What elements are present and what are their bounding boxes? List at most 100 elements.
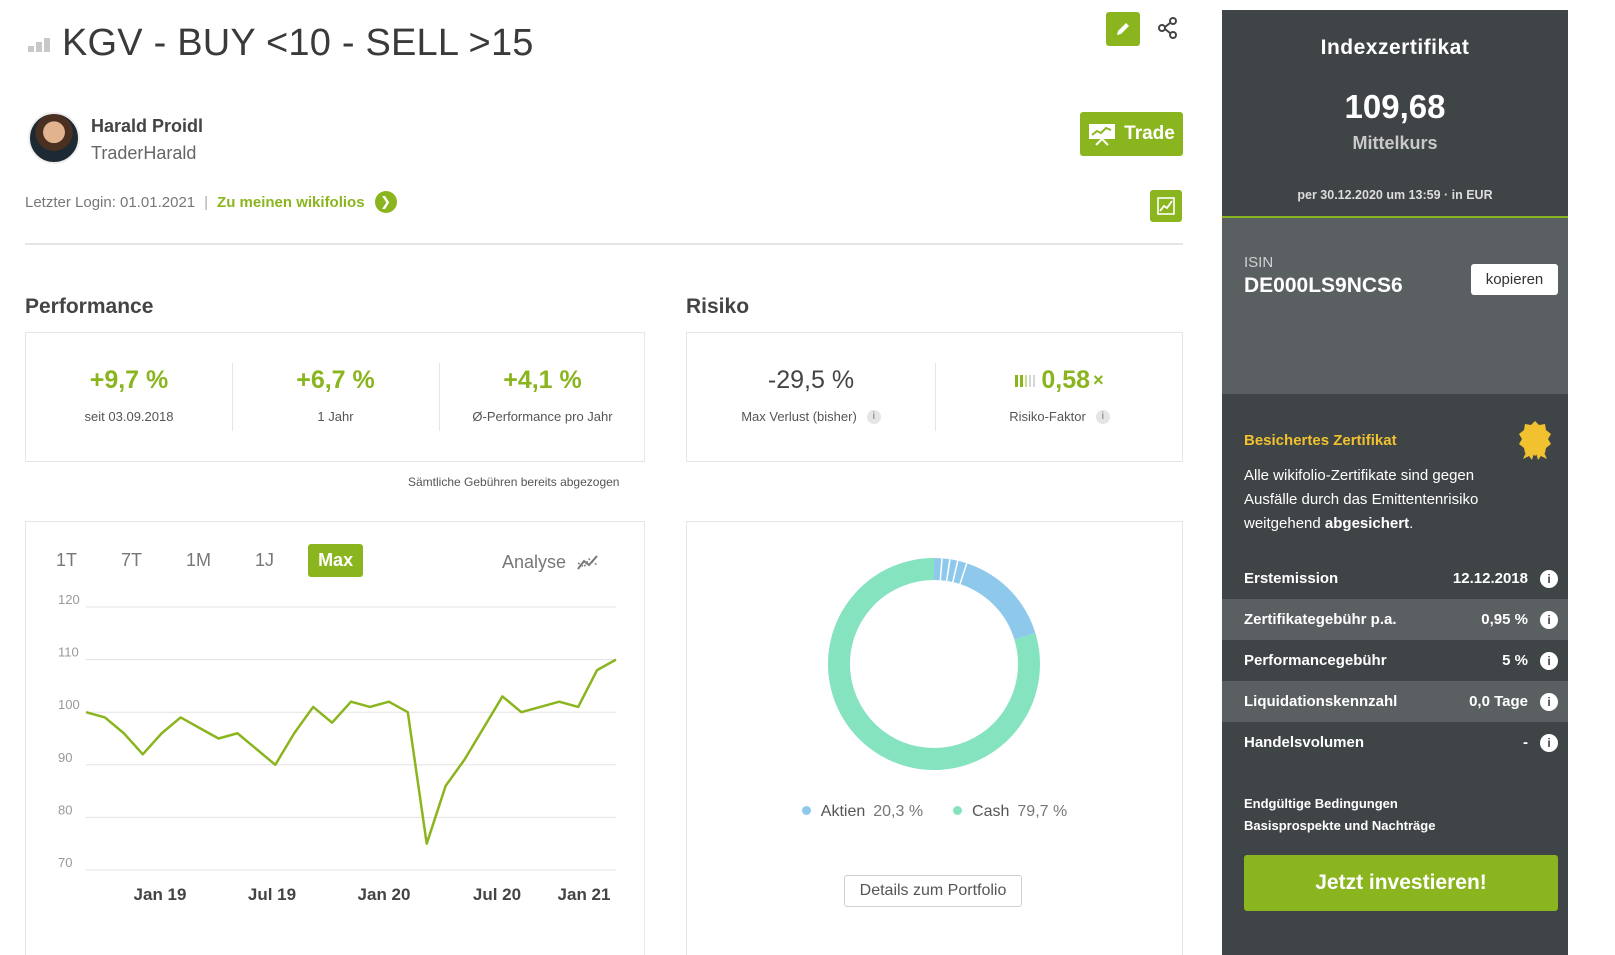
risk-factor-value: 0,58 [1041, 366, 1091, 394]
analyse-label: Analyse [502, 552, 567, 572]
x-tick-label: Jan 19 [134, 885, 187, 904]
isin-panel: ISIN DE000LS9NCS6 kopieren [1222, 216, 1568, 394]
kpi-label: Ø-Performance pro Jahr [472, 409, 613, 424]
trade-button[interactable]: Trade [1080, 112, 1183, 156]
secured-text-bold: abgesichert [1324, 515, 1410, 532]
separator: | [204, 193, 209, 211]
risk-card: -29,5 % Max Verlust (bisher) i 0,58 × Ri… [686, 332, 1183, 462]
isin-label: ISIN [1244, 254, 1274, 271]
trade-chart-icon [1089, 124, 1116, 146]
risk-heading: Risiko [686, 295, 750, 318]
allocation-legend: Aktien 20,3 % Cash 79,7 % [687, 803, 1182, 821]
edit-button[interactable] [1106, 12, 1140, 46]
fact-row-zertifikategebuehr: Zertifikategebühr p.a. 0,95 % i [1222, 599, 1568, 640]
kpi-label: 1 Jahr [317, 409, 354, 424]
kpi-avg-per-year: +4,1 % Ø-Performance pro Jahr [439, 333, 646, 461]
sidebar-title: Indexzertifikat [1320, 36, 1470, 59]
info-icon[interactable]: i [1540, 733, 1558, 752]
trader-name[interactable]: Harald Proidl [91, 116, 203, 137]
base-prospectus-link[interactable]: Basisprospekte und Nachträge [1244, 815, 1435, 837]
risk-gauge-icon [1015, 374, 1036, 387]
kpi-max-loss: -29,5 % Max Verlust (bisher) i [687, 333, 935, 461]
legend-item-cash: Cash 79,7 % [953, 803, 1067, 821]
price-label: Mittelkurs [1352, 133, 1438, 153]
tab-max[interactable]: Max [308, 544, 364, 577]
fact-key: Performancegebühr [1244, 652, 1387, 669]
info-icon[interactable]: i [866, 409, 881, 424]
title-row: KGV - BUY <10 - SELL >15 [28, 22, 534, 65]
tab-7t[interactable]: 7T [111, 544, 152, 577]
trader-avatar[interactable] [28, 112, 80, 164]
copy-isin-button[interactable]: kopieren [1471, 264, 1558, 295]
price-date-note: per 30.12.2020 um 13:59 · in EUR [1297, 188, 1493, 202]
fact-value: 12.12.2018 [1452, 570, 1528, 587]
kpi-one-year: +6,7 % 1 Jahr [232, 333, 439, 461]
fees-note: Sämtliche Gebühren bereits abgezogen [408, 475, 620, 489]
y-tick-label: 80 [58, 802, 72, 817]
final-terms-link[interactable]: Endgültige Bedingungen [1244, 793, 1435, 815]
last-login-text: Letzter Login: 01.01.2021 [25, 193, 196, 211]
x-tick-label: Jan 21 [558, 885, 611, 904]
fact-row-handelsvolumen: Handelsvolumen - i [1222, 722, 1568, 763]
kpi-value: -29,5 % [767, 366, 855, 394]
chart-button[interactable] [1150, 190, 1182, 222]
fact-row-liquidationskennzahl: Liquidationskennzahl 0,0 Tage i [1222, 681, 1568, 722]
y-tick-label: 120 [58, 592, 80, 607]
invest-now-button[interactable]: Jetzt investieren! [1244, 855, 1558, 911]
line-chart: 120 110 100 90 80 70 Jan 19 Jul 19 Jan 20 Jul 20 J… [58, 592, 617, 904]
info-icon[interactable]: i [1540, 610, 1558, 629]
secured-title: Besichertes Zertifikat [1244, 432, 1397, 449]
info-icon[interactable]: i [1540, 692, 1558, 711]
x-tick-label: Jul 20 [473, 885, 521, 904]
share-button[interactable] [1154, 14, 1182, 42]
chart-range-tabs: 1T 7T 1M 1J Max [46, 544, 387, 577]
details-portfolio-button[interactable]: Details zum Portfolio [844, 875, 1022, 907]
analyse-chart-icon [577, 554, 598, 570]
arrow-right-icon[interactable]: ❯ [374, 191, 397, 213]
y-tick-label: 90 [58, 750, 72, 765]
fact-key: Handelsvolumen [1244, 734, 1365, 751]
secured-text-end: . [1409, 515, 1414, 532]
x-tick-label: Jul 19 [248, 885, 296, 904]
pencil-icon [1117, 23, 1129, 35]
fact-key: Zertifikategebühr p.a. [1244, 611, 1397, 628]
tab-1t[interactable]: 1T [46, 544, 87, 577]
fact-value: 5 % [1502, 652, 1528, 669]
kpi-value: 0,58 × [1015, 366, 1104, 395]
performance-heading: Performance [25, 295, 154, 318]
price-panel: Indexzertifikat 109,68 Mittelkurs per 30… [1222, 10, 1568, 216]
fact-key: Erstemission [1244, 570, 1339, 587]
kpi-label: Risiko-Faktor i [1009, 409, 1110, 424]
tab-1m[interactable]: 1M [176, 544, 221, 577]
allocation-donut-chart [828, 558, 1040, 770]
certificate-facts: Erstemission 12.12.2018 i Zertifikategeb… [1222, 558, 1568, 763]
login-row: Letzter Login: 01.01.2021 | Zu meinen wi… [25, 191, 397, 213]
allocation-card: Aktien 20,3 % Cash 79,7 % Details zum Port… [686, 521, 1183, 955]
fact-value: 0,95 % [1481, 611, 1528, 628]
y-tick-label: 100 [58, 697, 80, 712]
legend-item-aktien: Aktien 20,3 % [801, 803, 923, 821]
tab-1j[interactable]: 1J [245, 544, 284, 577]
my-wikifolios-link[interactable]: Zu meinen wikifolios [217, 194, 365, 211]
performance-card: +9,7 % seit 03.09.2018 +6,7 % 1 Jahr +4,… [25, 332, 645, 462]
fact-value: - [1523, 734, 1528, 751]
legend-label: Aktien [820, 803, 866, 820]
share-icon [1158, 17, 1177, 39]
kpi-since-start: +9,7 % seit 03.09.2018 [26, 333, 232, 461]
info-icon[interactable]: i [1095, 409, 1110, 424]
main-content: KGV - BUY <10 - SELL >15 Harald Proidl T… [8, 8, 1218, 955]
isin-value: DE000LS9NCS6 [1244, 274, 1403, 297]
trade-button-label: Trade [1124, 123, 1175, 144]
section-divider [25, 243, 1183, 245]
performance-line [85, 658, 617, 845]
info-icon[interactable]: i [1540, 651, 1558, 670]
kpi-risk-factor: 0,58 × Risiko-Faktor i [935, 333, 1184, 461]
fact-row-erstemission: Erstemission 12.12.2018 i [1222, 558, 1568, 599]
y-tick-label: 70 [58, 855, 72, 870]
kpi-value: +6,7 % [296, 366, 375, 394]
analyse-button[interactable]: Analyse [502, 552, 600, 573]
risk-factor-suffix: × [1093, 370, 1104, 390]
kpi-value: +4,1 % [503, 366, 582, 394]
legend-label: Cash [972, 803, 1010, 820]
info-icon[interactable]: i [1540, 569, 1558, 588]
